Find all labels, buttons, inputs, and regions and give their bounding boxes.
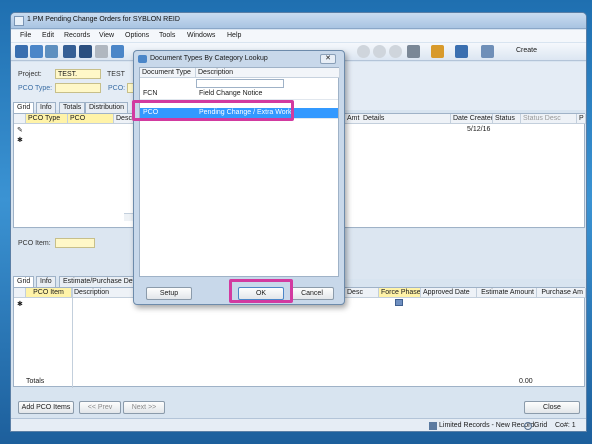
project-desc: TEST <box>107 71 125 78</box>
prev-button[interactable]: << Prev <box>79 401 121 414</box>
new-row-icon: ✱ <box>17 137 23 144</box>
col-pco-type[interactable]: PCO Type <box>26 114 68 124</box>
setup-button[interactable]: Setup <box>146 287 192 300</box>
tab-info-bottom[interactable]: Info <box>36 276 56 287</box>
col-status[interactable]: Status <box>493 114 521 124</box>
add-pco-items-button[interactable]: Add PCO Items <box>18 401 74 414</box>
status-records: Limited Records - New Record <box>439 422 535 429</box>
list-item-type: PCO <box>143 109 159 116</box>
link-icon[interactable] <box>30 45 43 58</box>
list-item-selected[interactable]: PCO Pending Change / Extra Work <box>140 108 338 119</box>
nav-first-icon[interactable] <box>357 45 370 58</box>
menu-file[interactable]: File <box>20 32 31 39</box>
filter-input[interactable] <box>196 79 284 88</box>
title-bar: 1 PM Pending Change Orders for SYBLON RE… <box>11 13 586 29</box>
project-field[interactable]: TEST. <box>55 69 101 79</box>
pco-label: PCO: <box>108 85 126 92</box>
col-force-phase[interactable]: Force Phase <box>379 288 421 298</box>
cancel-button[interactable]: Cancel <box>290 287 334 300</box>
col-purchase-amount[interactable]: Purchase Am <box>537 288 586 298</box>
database-icon[interactable] <box>45 45 58 58</box>
list-item-description: Pending Change / Extra Work <box>199 109 292 116</box>
menu-tools[interactable]: Tools <box>159 32 175 39</box>
ok-button[interactable]: OK <box>238 287 284 300</box>
tab-distribution[interactable]: Distribution <box>85 102 129 113</box>
list-item[interactable]: FCN Field Change Notice <box>140 89 338 100</box>
window-title: 1 PM Pending Change Orders for SYBLON RE… <box>27 16 180 23</box>
lookup-list: Document Type Description FCN Field Chan… <box>139 67 340 277</box>
menu-edit[interactable]: Edit <box>42 32 54 39</box>
col-description[interactable]: Description <box>72 288 142 298</box>
totals-label: Totals <box>26 378 45 385</box>
create-button[interactable]: Create <box>516 47 537 54</box>
pco-item-field[interactable] <box>55 238 95 248</box>
col-p[interactable]: P <box>577 114 586 124</box>
edit-note-icon[interactable] <box>455 45 468 58</box>
list-item-description: Field Change Notice <box>199 90 263 97</box>
col-status-desc[interactable]: Status Desc <box>521 114 577 124</box>
totals-value: 0.00 <box>519 378 533 385</box>
menu-windows[interactable]: Windows <box>187 32 215 39</box>
lookup-dialog: Document Types By Category Lookup ✕ Docu… <box>133 50 345 305</box>
tab-grid-bottom[interactable]: Grid <box>13 276 35 287</box>
menu-help[interactable]: Help <box>227 32 241 39</box>
menu-records[interactable]: Records <box>64 32 90 39</box>
col-estimate-amount[interactable]: Estimate Amount <box>477 288 537 298</box>
col-details[interactable]: Details <box>361 114 451 124</box>
pencil-icon[interactable] <box>15 45 28 58</box>
col-pco[interactable]: PCO <box>68 114 114 124</box>
menu-view[interactable]: View <box>99 32 114 39</box>
close-button[interactable]: Close <box>524 401 580 414</box>
dialog-close-button[interactable]: ✕ <box>320 54 336 64</box>
row-header <box>14 114 26 124</box>
grid-search-icon <box>524 422 532 430</box>
col-approved-date[interactable]: Approved Date <box>421 288 477 298</box>
status-grid: Grid <box>534 422 548 429</box>
pco-item-label: PCO Item: <box>18 240 51 247</box>
nav-next-icon[interactable] <box>389 45 402 58</box>
save-icon[interactable] <box>79 45 92 58</box>
col-document-type[interactable]: Document Type <box>140 68 196 78</box>
status-bar: Limited Records - New Record Grid Co#: 1 <box>11 418 586 431</box>
tab-totals[interactable]: Totals <box>59 102 86 113</box>
pco-type-field[interactable] <box>55 83 101 93</box>
dialog-icon <box>138 55 147 63</box>
delete-icon[interactable] <box>95 45 108 58</box>
next-button[interactable]: Next >> <box>123 401 165 414</box>
attach-icon[interactable] <box>407 45 420 58</box>
pen-icon[interactable] <box>481 45 494 58</box>
list-item-type: FCN <box>143 90 158 97</box>
pco-type-label: PCO Type: <box>18 85 53 92</box>
col-desc-bottom[interactable]: Desc <box>345 288 379 298</box>
menu-options[interactable]: Options <box>125 32 149 39</box>
app-icon <box>14 16 24 26</box>
dialog-title: Document Types By Category Lookup <box>150 55 268 62</box>
date-created-cell: 5/12/16 <box>467 126 491 133</box>
tab-info[interactable]: Info <box>36 102 56 113</box>
col-dialog-description[interactable]: Description <box>196 68 340 78</box>
column-divider <box>72 288 73 388</box>
create-icon <box>506 45 511 58</box>
records-icon <box>429 422 437 430</box>
col-date-created[interactable]: Date Created <box>451 114 493 124</box>
project-label: Project: <box>18 71 42 78</box>
menu-bar: File Edit Records View Options Tools Win… <box>11 30 586 42</box>
top-tabs: Grid Info Totals Distribution <box>13 102 143 113</box>
new-record-icon[interactable] <box>63 45 76 58</box>
new-row-icon-bottom: ✱ <box>17 301 23 308</box>
col-pco-item[interactable]: PCO Item <box>26 288 72 298</box>
people-icon[interactable] <box>431 45 444 58</box>
nav-prev-icon[interactable] <box>373 45 386 58</box>
force-phase-checkbox[interactable] <box>395 299 403 306</box>
bottom-tabs: Grid Info Estimate/Purchase Details <box>13 276 153 287</box>
tab-grid[interactable]: Grid <box>13 102 35 113</box>
status-co: Co#: 1 <box>555 422 576 429</box>
row-header-bottom <box>14 288 26 298</box>
row-edit-icon: ✎ <box>17 127 23 134</box>
undo-icon[interactable] <box>111 45 124 58</box>
